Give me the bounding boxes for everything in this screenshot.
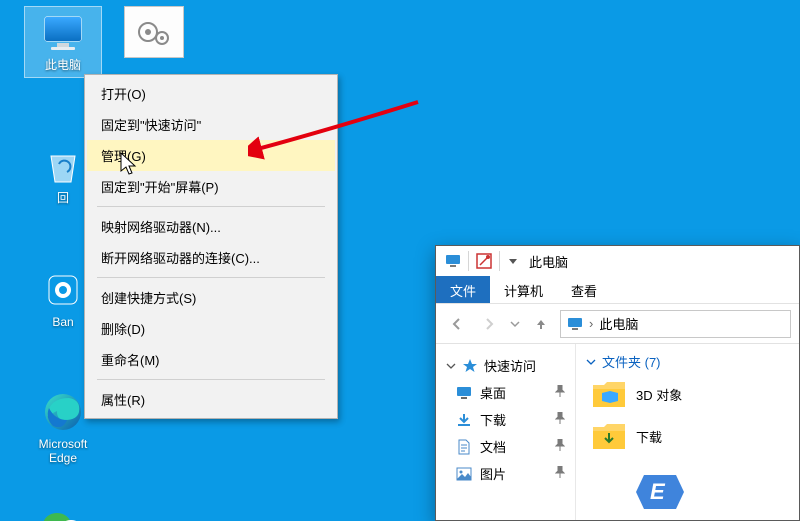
wechat-icon bbox=[41, 502, 85, 521]
content-pane[interactable]: 文件夹 (7) 3D 对象 bbox=[576, 344, 799, 520]
nav-label: 快速访问 bbox=[484, 356, 536, 375]
ribbon-tabs: 文件 计算机 查看 bbox=[436, 276, 799, 304]
folder-label: 3D 对象 bbox=[636, 385, 682, 404]
cm-disconnect-network-drive[interactable]: 断开网络驱动器的连接(C)... bbox=[87, 242, 335, 273]
nav-downloads[interactable]: 下载 bbox=[436, 406, 575, 433]
chevron-down-icon bbox=[446, 361, 456, 371]
separator bbox=[97, 206, 325, 207]
separator bbox=[499, 251, 500, 271]
explorer-window: 此电脑 文件 计算机 查看 › 此电脑 bbox=[435, 245, 800, 521]
nav-pictures[interactable]: 图片 bbox=[436, 460, 575, 487]
folder-downloads[interactable]: 下载 bbox=[592, 421, 789, 451]
cm-manage[interactable]: 管理(G) bbox=[87, 140, 335, 171]
cm-create-shortcut[interactable]: 创建快捷方式(S) bbox=[87, 282, 335, 313]
gears-icon bbox=[132, 11, 176, 53]
tab-computer[interactable]: 计算机 bbox=[490, 276, 557, 303]
desktop-icon bbox=[456, 385, 472, 401]
context-menu: 打开(O) 固定到"快速访问" 管理(G) 固定到"开始"屏幕(P) 映射网络驱… bbox=[84, 74, 338, 419]
pin-icon bbox=[555, 439, 565, 454]
nav-desktop[interactable]: 桌面 bbox=[436, 379, 575, 406]
document-icon bbox=[456, 439, 472, 455]
cm-properties[interactable]: 属性(R) bbox=[87, 384, 335, 415]
pc-icon bbox=[567, 316, 583, 332]
recycle-bin-icon bbox=[41, 144, 85, 188]
bandicam-icon bbox=[41, 268, 85, 312]
forward-button[interactable] bbox=[476, 311, 502, 337]
cm-pin-quick-access[interactable]: 固定到"快速访问" bbox=[87, 109, 335, 140]
nav-label: 下载 bbox=[480, 410, 506, 429]
desktop-icon-wechat[interactable] bbox=[24, 498, 102, 521]
recent-locations-button[interactable] bbox=[508, 311, 522, 337]
folders-section-header[interactable]: 文件夹 (7) bbox=[586, 352, 789, 371]
separator bbox=[97, 379, 325, 380]
desktop-icon-label: Microsoft Edge bbox=[39, 438, 88, 466]
chevron-down-icon bbox=[586, 357, 596, 367]
cm-delete[interactable]: 删除(D) bbox=[87, 313, 335, 344]
folder-label: 下载 bbox=[636, 427, 662, 446]
pin-icon bbox=[555, 412, 565, 427]
address-bar: › 此电脑 bbox=[436, 304, 799, 344]
folder-3d-objects[interactable]: 3D 对象 bbox=[592, 379, 789, 409]
section-label: 文件夹 (7) bbox=[602, 352, 661, 371]
picture-icon bbox=[456, 466, 472, 482]
pin-icon bbox=[555, 466, 565, 481]
monitor-icon bbox=[41, 11, 85, 55]
window-title: 此电脑 bbox=[529, 252, 568, 271]
address-box[interactable]: › 此电脑 bbox=[560, 310, 791, 338]
tab-file[interactable]: 文件 bbox=[436, 276, 490, 303]
properties-icon[interactable] bbox=[475, 252, 493, 270]
nav-label: 图片 bbox=[480, 464, 506, 483]
separator bbox=[97, 277, 325, 278]
nav-label: 文档 bbox=[480, 437, 506, 456]
breadcrumb[interactable]: 此电脑 bbox=[599, 314, 638, 333]
back-button[interactable] bbox=[444, 311, 470, 337]
pc-icon bbox=[444, 252, 462, 270]
folder-icon bbox=[592, 421, 626, 451]
pin-icon bbox=[555, 385, 565, 400]
desktop-icon-settings[interactable] bbox=[124, 6, 184, 58]
up-button[interactable] bbox=[528, 311, 554, 337]
titlebar[interactable]: 此电脑 bbox=[436, 246, 799, 276]
chevron-right-icon: › bbox=[589, 316, 593, 331]
navigation-pane[interactable]: 快速访问 桌面 下载 文档 bbox=[436, 344, 576, 520]
separator bbox=[468, 251, 469, 271]
cm-map-network-drive[interactable]: 映射网络驱动器(N)... bbox=[87, 211, 335, 242]
desktop[interactable]: 此电脑 回 Ban bbox=[0, 0, 800, 521]
chevron-down-icon[interactable] bbox=[509, 259, 517, 264]
desktop-icon-label: 回 bbox=[57, 192, 69, 206]
nav-label: 桌面 bbox=[480, 383, 506, 402]
desktop-icon-label: 此电脑 bbox=[45, 59, 81, 73]
nav-quick-access[interactable]: 快速访问 bbox=[436, 352, 575, 379]
desktop-icon-label: Ban bbox=[52, 316, 73, 330]
edge-icon bbox=[41, 390, 85, 434]
desktop-icon-this-pc[interactable]: 此电脑 bbox=[24, 6, 102, 78]
tab-view[interactable]: 查看 bbox=[557, 276, 611, 303]
nav-documents[interactable]: 文档 bbox=[436, 433, 575, 460]
cm-open[interactable]: 打开(O) bbox=[87, 78, 335, 109]
star-icon bbox=[462, 358, 478, 374]
download-icon bbox=[456, 412, 472, 428]
cm-rename[interactable]: 重命名(M) bbox=[87, 344, 335, 375]
folder-icon bbox=[592, 379, 626, 409]
cm-pin-start[interactable]: 固定到"开始"屏幕(P) bbox=[87, 171, 335, 202]
